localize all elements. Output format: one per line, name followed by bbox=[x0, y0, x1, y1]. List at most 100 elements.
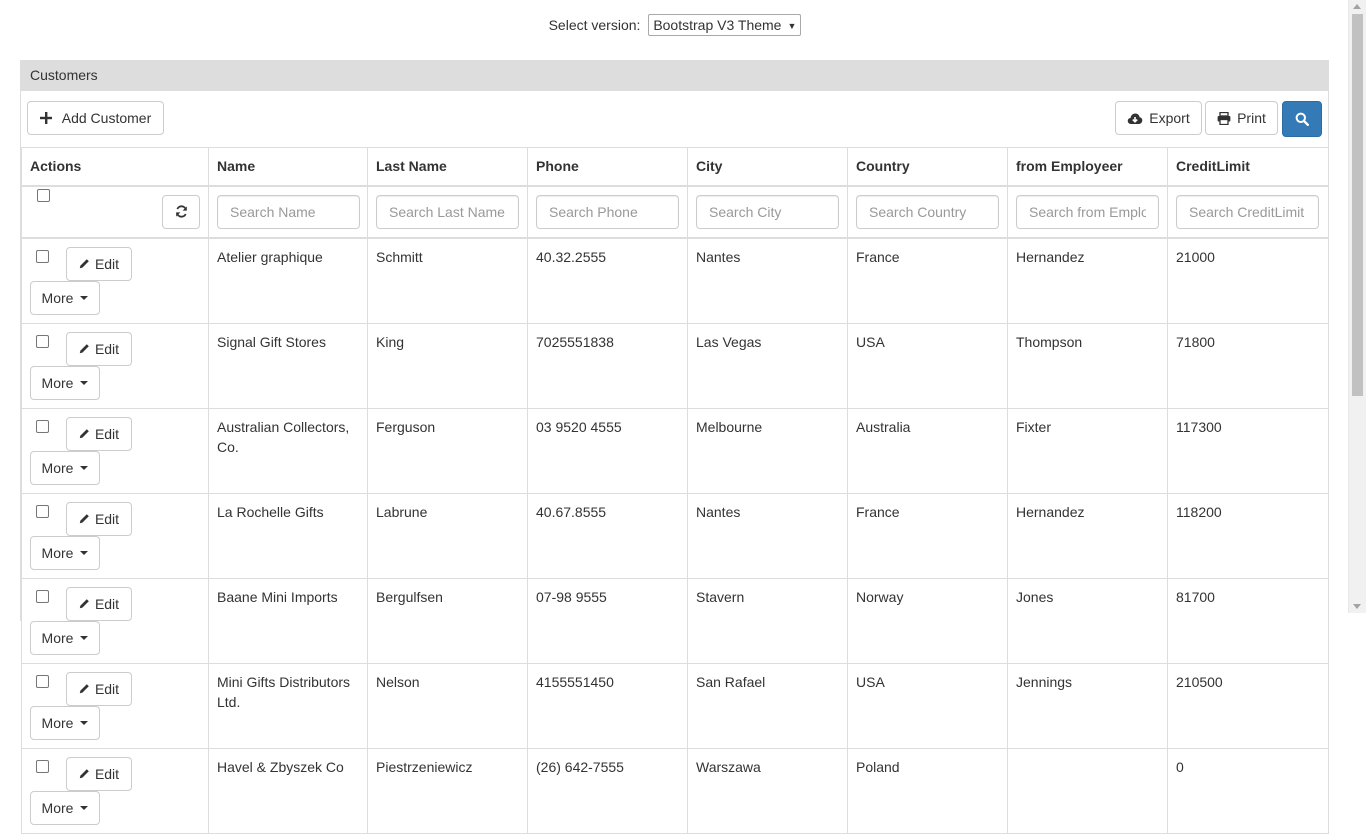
plus-icon bbox=[39, 112, 52, 124]
version-label: Select version: bbox=[548, 17, 641, 33]
edit-button[interactable]: Edit bbox=[66, 671, 132, 706]
search-toggle-button[interactable] bbox=[1282, 101, 1322, 137]
cell-employeer: Jones bbox=[1007, 577, 1168, 664]
filter-city-cell bbox=[687, 185, 848, 239]
column-header-city[interactable]: City bbox=[687, 147, 848, 187]
column-header-employeer[interactable]: from Employeer bbox=[1007, 147, 1168, 187]
row-actions-cell: Edit More bbox=[21, 747, 209, 834]
version-select[interactable]: Bootstrap V3 Theme ▼ bbox=[648, 14, 802, 36]
cell-country: USA bbox=[847, 662, 1008, 749]
column-header-last-name[interactable]: Last Name bbox=[367, 147, 528, 187]
cell-credit-limit: 118200 bbox=[1167, 492, 1329, 579]
cell-last-name: Bergulfsen bbox=[367, 577, 528, 664]
scroll-thumb[interactable] bbox=[1352, 14, 1363, 396]
edit-button[interactable]: Edit bbox=[66, 501, 132, 536]
version-bar: Select version: Bootstrap V3 Theme ▼ bbox=[0, 14, 1350, 36]
edit-label: Edit bbox=[94, 510, 120, 527]
column-header-phone[interactable]: Phone bbox=[527, 147, 688, 187]
edit-button[interactable]: Edit bbox=[66, 586, 132, 621]
more-dropdown-button[interactable]: More bbox=[30, 365, 100, 400]
edit-button[interactable]: Edit bbox=[66, 416, 132, 451]
table-row: Edit More Australian Collectors, Co. Fergus… bbox=[21, 407, 1329, 494]
refresh-button[interactable] bbox=[162, 194, 200, 229]
column-header-country[interactable]: Country bbox=[847, 147, 1008, 187]
cell-city: San Rafael bbox=[687, 662, 848, 749]
select-all-checkbox[interactable] bbox=[37, 189, 50, 203]
print-label: Print bbox=[1237, 110, 1266, 126]
row-checkbox[interactable] bbox=[36, 589, 49, 603]
grid-toolbar: Add Customer Export Print bbox=[21, 91, 1328, 147]
cell-credit-limit: 71800 bbox=[1167, 322, 1329, 409]
row-checkbox[interactable] bbox=[36, 504, 49, 518]
pencil-icon bbox=[79, 344, 89, 354]
cell-phone: 03 9520 4555 bbox=[527, 407, 688, 494]
search-name-input[interactable] bbox=[217, 194, 360, 229]
search-employeer-input[interactable] bbox=[1016, 194, 1159, 229]
table-row: Edit More Baane Mini Imports Bergulfsen 07-9… bbox=[21, 577, 1329, 664]
search-last-name-input[interactable] bbox=[376, 194, 519, 229]
search-credit-limit-input[interactable] bbox=[1176, 194, 1319, 229]
row-checkbox[interactable] bbox=[36, 249, 49, 263]
caret-down-icon bbox=[80, 720, 89, 725]
cell-last-name: Labrune bbox=[367, 492, 528, 579]
column-header-credit-limit[interactable]: CreditLimit bbox=[1167, 147, 1329, 187]
cell-name: Atelier graphique bbox=[208, 237, 368, 324]
edit-button[interactable]: Edit bbox=[66, 756, 132, 791]
row-checkbox[interactable] bbox=[36, 419, 49, 433]
row-actions-cell: Edit More bbox=[21, 577, 209, 664]
more-dropdown-button[interactable]: More bbox=[30, 450, 100, 485]
cell-phone: 7025551838 bbox=[527, 322, 688, 409]
cell-city: Nantes bbox=[687, 237, 848, 324]
refresh-icon bbox=[175, 205, 187, 218]
pencil-icon bbox=[79, 514, 89, 524]
cell-phone: 07-98 9555 bbox=[527, 577, 688, 664]
cell-city: Las Vegas bbox=[687, 322, 848, 409]
caret-down-icon bbox=[80, 465, 89, 470]
more-dropdown-button[interactable]: More bbox=[30, 790, 100, 825]
table-row: Edit More Havel & Zbyszek Co Piestrzeniewic… bbox=[21, 747, 1329, 834]
row-checkbox[interactable] bbox=[36, 334, 49, 348]
cell-country: Australia bbox=[847, 407, 1008, 494]
version-selected: Bootstrap V3 Theme bbox=[653, 17, 782, 33]
customers-table: Actions Name Last Name Phone City Countr… bbox=[21, 147, 1329, 834]
cell-city: Warszawa bbox=[687, 747, 848, 834]
cell-last-name: King bbox=[367, 322, 528, 409]
more-dropdown-button[interactable]: More bbox=[30, 705, 100, 740]
search-phone-input[interactable] bbox=[536, 194, 679, 229]
more-label: More bbox=[41, 799, 74, 816]
cell-country: USA bbox=[847, 322, 1008, 409]
cell-name: Baane Mini Imports bbox=[208, 577, 368, 664]
table-row: Edit More Atelier graphique Schmitt 40.32.25… bbox=[21, 237, 1329, 324]
edit-button[interactable]: Edit bbox=[66, 246, 132, 281]
edit-label: Edit bbox=[94, 255, 120, 272]
table-row: Edit More Signal Gift Stores King 7025551838… bbox=[21, 322, 1329, 409]
edit-button[interactable]: Edit bbox=[66, 331, 132, 366]
panel-title: Customers bbox=[21, 61, 1328, 91]
more-label: More bbox=[41, 714, 74, 731]
row-actions-cell: Edit More bbox=[21, 407, 209, 494]
more-dropdown-button[interactable]: More bbox=[30, 535, 100, 570]
filter-actions-cell bbox=[21, 185, 209, 239]
print-button[interactable]: Print bbox=[1205, 101, 1278, 135]
more-dropdown-button[interactable]: More bbox=[30, 620, 100, 655]
filter-name-cell bbox=[208, 185, 368, 239]
search-city-input[interactable] bbox=[696, 194, 839, 229]
vertical-scrollbar[interactable] bbox=[1348, 0, 1366, 613]
row-checkbox[interactable] bbox=[36, 759, 49, 773]
cell-employeer bbox=[1007, 747, 1168, 834]
more-dropdown-button[interactable]: More bbox=[30, 280, 100, 315]
add-customer-label: Add Customer bbox=[61, 110, 152, 126]
search-country-input[interactable] bbox=[856, 194, 999, 229]
cell-phone: 40.32.2555 bbox=[527, 237, 688, 324]
cell-phone: 40.67.8555 bbox=[527, 492, 688, 579]
cell-employeer: Fixter bbox=[1007, 407, 1168, 494]
cell-employeer: Thompson bbox=[1007, 322, 1168, 409]
row-checkbox[interactable] bbox=[36, 674, 49, 688]
column-header-name[interactable]: Name bbox=[208, 147, 368, 187]
edit-label: Edit bbox=[94, 340, 120, 357]
cell-last-name: Schmitt bbox=[367, 237, 528, 324]
scroll-down-icon[interactable] bbox=[1353, 604, 1361, 609]
scroll-up-icon[interactable] bbox=[1353, 4, 1361, 9]
export-button[interactable]: Export bbox=[1115, 101, 1202, 135]
add-customer-button[interactable]: Add Customer bbox=[27, 101, 164, 135]
